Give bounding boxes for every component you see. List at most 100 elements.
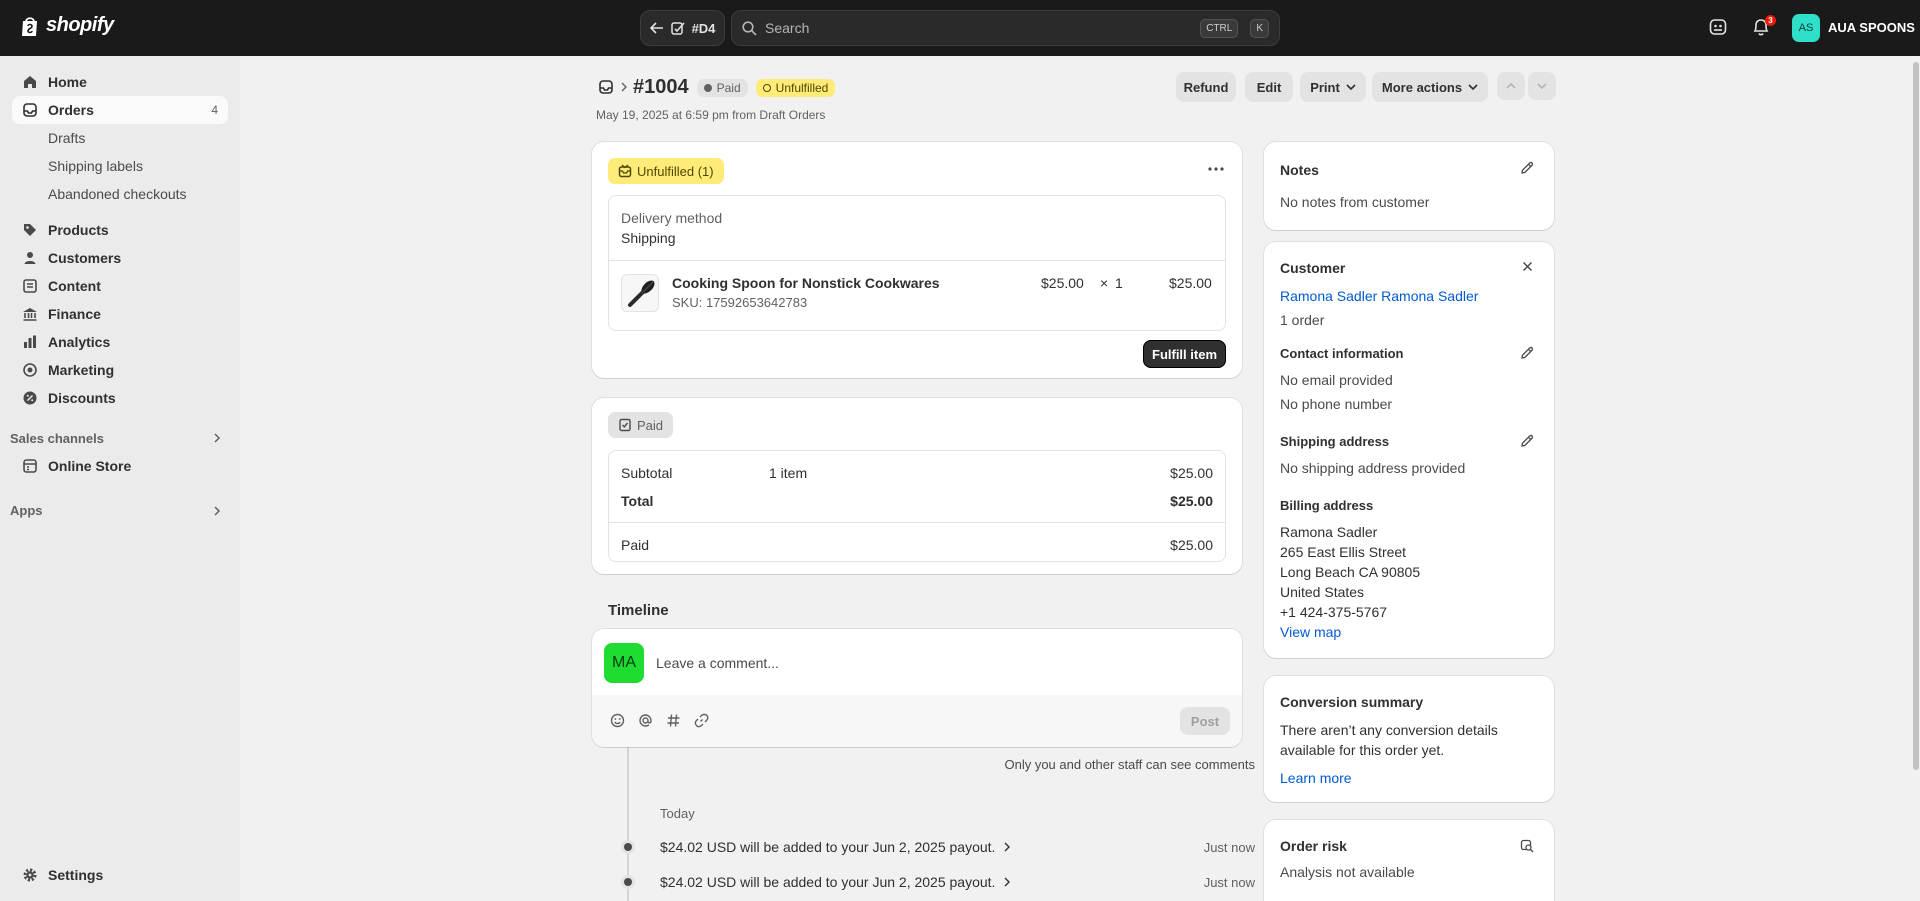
next-order-button[interactable] — [1528, 72, 1556, 100]
chevron-right-icon[interactable] — [212, 506, 222, 516]
hash-icon[interactable] — [666, 713, 681, 728]
sidebar-item-online-store[interactable]: Online Store — [12, 452, 228, 480]
shipping-address-title: Shipping address — [1280, 434, 1390, 449]
sidebar-item-label: Analytics — [48, 334, 111, 350]
refund-button[interactable]: Refund — [1176, 72, 1236, 102]
sidebar-item-label: Orders — [48, 102, 94, 118]
sidebar-item-customers[interactable]: Customers — [12, 244, 228, 272]
order-date: May 19, 2025 at 6:59 pm from Draft Order… — [596, 108, 826, 122]
shipping-address-text: No shipping address provided — [1280, 460, 1466, 476]
scrollbar-track[interactable] — [1912, 56, 1920, 901]
pencil-icon[interactable] — [1520, 161, 1534, 175]
product-thumbnail[interactable] — [621, 274, 659, 312]
logo-text: shopify — [46, 14, 114, 36]
risk-icon[interactable] — [1520, 839, 1534, 853]
discount-icon — [22, 390, 38, 406]
payment-summary-box: Subtotal 1 item $25.00 Total $25.00 Paid… — [608, 450, 1226, 562]
tag-icon — [22, 222, 38, 238]
shopify-logo[interactable]: shopify — [20, 14, 114, 37]
at-icon[interactable] — [638, 713, 653, 728]
store-icon — [22, 458, 38, 474]
badge-label: Unfulfilled — [775, 80, 829, 95]
sales-channels-heading[interactable]: Sales channels — [10, 431, 104, 446]
sidebar-item-marketing[interactable]: Marketing — [12, 356, 228, 384]
billing-address-line: +1 424-375-5767 — [1280, 604, 1388, 620]
chevron-right-icon[interactable] — [212, 433, 222, 443]
print-button[interactable]: Print — [1300, 72, 1366, 102]
sidebar-item-home[interactable]: Home — [12, 68, 228, 96]
times-sign: × — [1100, 275, 1109, 291]
fulfill-item-button[interactable]: Fulfill item — [1143, 340, 1226, 368]
item-unit-price: $25.00 — [1041, 275, 1084, 291]
more-actions-button[interactable]: More actions — [1372, 72, 1488, 102]
notes-text: No notes from customer — [1280, 194, 1430, 210]
payment-card: Paid Subtotal 1 item $25.00 Total $25.00… — [592, 398, 1242, 574]
sidebar-item-orders[interactable]: Orders 4 — [12, 96, 228, 124]
chevron-down-icon — [1346, 83, 1356, 91]
staff-note: Only you and other staff can see comment… — [1004, 757, 1255, 772]
post-button[interactable]: Post — [1180, 707, 1230, 735]
sidebar-item-shipping-labels[interactable]: Shipping labels — [48, 158, 143, 174]
sidebar-item-drafts[interactable]: Drafts — [48, 130, 85, 146]
customer-phone: No phone number — [1280, 396, 1393, 412]
apps-heading[interactable]: Apps — [10, 503, 43, 518]
customer-name-link[interactable]: Ramona Sadler Ramona Sadler — [1280, 288, 1478, 304]
timeline-day-label: Today — [660, 806, 695, 821]
store-avatar[interactable]: AS — [1792, 14, 1820, 42]
scrollbar-thumb[interactable] — [1913, 62, 1919, 770]
link-icon[interactable] — [694, 713, 709, 728]
comment-toolbar: Post — [592, 695, 1242, 747]
badge-label: Paid — [637, 417, 664, 433]
dots-icon[interactable] — [1208, 167, 1224, 171]
shortcut-k: K — [1250, 18, 1269, 38]
sidebar-item-label: Discounts — [48, 390, 116, 406]
delivery-method-label: Delivery method — [621, 210, 723, 226]
sidebar-item-finance[interactable]: Finance — [12, 300, 228, 328]
unfulfilled-count-badge: Unfulfilled (1) — [608, 158, 724, 184]
learn-more-link[interactable]: Learn more — [1280, 770, 1352, 786]
comment-input[interactable]: Leave a comment... — [656, 655, 779, 671]
back-to-draft-button[interactable]: #D4 — [640, 10, 725, 46]
sidebar-item-label: Online Store — [48, 458, 132, 474]
subtotal-value: $25.00 — [1170, 465, 1213, 481]
timeline-event[interactable]: $24.02 USD will be added to your Jun 2, … — [660, 874, 1011, 890]
terminal-icon[interactable] — [1709, 18, 1727, 36]
spoon-image-icon — [622, 275, 658, 311]
conversion-text-line: available for this order yet. — [1280, 742, 1445, 758]
unfulfilled-box-icon — [618, 164, 632, 178]
back-label: #D4 — [691, 20, 716, 36]
paid-label: Paid — [621, 537, 650, 553]
previous-order-button[interactable] — [1497, 72, 1525, 100]
emoji-icon[interactable] — [610, 713, 625, 728]
view-map-link[interactable]: View map — [1280, 624, 1341, 640]
close-icon[interactable] — [1522, 261, 1533, 272]
paid-value: $25.00 — [1170, 537, 1213, 553]
search-input[interactable]: Search CTRL K — [731, 10, 1280, 46]
total-value: $25.00 — [1170, 493, 1213, 509]
sidebar-item-abandoned-checkouts[interactable]: Abandoned checkouts — [48, 186, 187, 202]
badge-label: Unfulfilled (1) — [637, 163, 714, 179]
button-label: Print — [1310, 79, 1340, 95]
pencil-icon[interactable] — [1520, 434, 1534, 448]
pencil-icon[interactable] — [1520, 346, 1534, 360]
sidebar: Home Orders 4 Drafts Shipping labels Aba… — [0, 56, 240, 901]
billing-address-title: Billing address — [1280, 498, 1374, 513]
edit-button[interactable]: Edit — [1245, 72, 1293, 102]
sidebar-item-content[interactable]: Content — [12, 272, 228, 300]
sidebar-item-analytics[interactable]: Analytics — [12, 328, 228, 356]
store-name[interactable]: AUA SPOONS — [1828, 20, 1915, 35]
billing-address-line: United States — [1280, 584, 1365, 600]
timeline-event[interactable]: $24.02 USD will be added to your Jun 2, … — [660, 839, 1011, 855]
fulfillment-inner-box: Delivery method Shipping Cooking Spoon f… — [608, 195, 1226, 331]
total-label: Total — [621, 493, 654, 509]
inbox-icon[interactable] — [598, 79, 614, 95]
timeline-event-text: $24.02 USD will be added to your Jun 2, … — [660, 839, 996, 855]
sidebar-item-settings[interactable]: Settings — [12, 861, 228, 889]
breadcrumb-chevron-icon — [620, 82, 628, 92]
sidebar-item-label: Content — [48, 278, 101, 294]
product-name-link[interactable]: Cooking Spoon for Nonstick Cookwares — [672, 275, 940, 291]
commenter-avatar: MA — [604, 643, 644, 683]
draft-order-icon — [670, 21, 685, 35]
sidebar-item-products[interactable]: Products — [12, 216, 228, 244]
sidebar-item-discounts[interactable]: Discounts — [12, 384, 228, 412]
